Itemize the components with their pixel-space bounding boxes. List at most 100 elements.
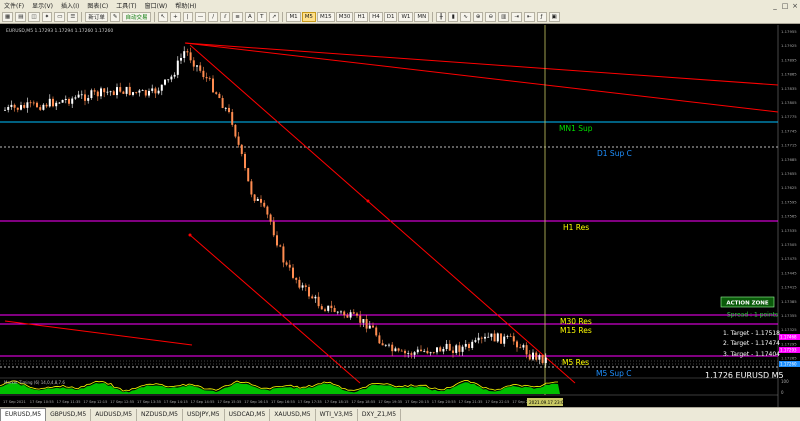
channel-anchor-point[interactable]	[188, 233, 192, 237]
market-watch-icon[interactable]: ◫	[28, 12, 40, 22]
price-label: 1.17385	[781, 299, 797, 304]
line-chart-icon[interactable]: ∿	[460, 12, 471, 22]
period-button-h4[interactable]: H4	[369, 12, 383, 22]
candle-body	[208, 78, 211, 80]
indicator-area	[0, 382, 560, 394]
channel-upper-line-2[interactable]	[184, 42, 779, 113]
time-label: 17 Sep 10:55	[30, 400, 54, 404]
candle-body	[400, 350, 403, 352]
candle-body	[244, 153, 246, 169]
period-button-w1[interactable]: W1	[398, 12, 414, 22]
candle-body	[503, 336, 506, 344]
chart-tab[interactable]: NZDUSD,M5	[137, 409, 183, 421]
auto-trading-button[interactable]: 自动交易	[122, 12, 151, 22]
tile-windows-icon[interactable]: ▥	[498, 12, 510, 22]
close-icon[interactable]: ×	[790, 2, 800, 10]
minimize-icon[interactable]: _	[770, 2, 780, 10]
period-button-mn[interactable]: MN	[414, 12, 430, 22]
target-2-label: 2. Target - 1.17474	[723, 340, 780, 347]
metaeditor-icon[interactable]: ✎	[109, 12, 121, 22]
period-button-m30[interactable]: M30	[335, 12, 354, 22]
time-label: 17 Sep 2021	[3, 400, 26, 404]
chart-tab[interactable]: EURUSD,M5	[0, 408, 47, 421]
label-icon[interactable]: T	[256, 12, 267, 22]
navigator-icon[interactable]: ✦	[41, 12, 53, 22]
candle-body	[519, 347, 522, 349]
channel-anchor-point[interactable]	[366, 199, 370, 203]
time-label: 17 Sep 15:35	[217, 400, 241, 404]
candle-body	[394, 348, 397, 352]
fibonacci-icon[interactable]: ≡	[232, 12, 243, 22]
zoom-in-icon[interactable]: ⊕	[472, 12, 484, 22]
level-label: MN1 Sup	[559, 124, 593, 133]
period-button-h1[interactable]: H1	[354, 12, 369, 22]
vertical-line-icon[interactable]: |	[182, 12, 193, 22]
candle-body	[132, 92, 134, 95]
price-chart[interactable]: EURUSD,M5 1.17293 1.17294 1.17260 1.1726…	[0, 25, 800, 407]
menu-item-6[interactable]: 帮助(H)	[171, 1, 200, 10]
toolbar-separator	[153, 12, 155, 22]
indicator-window[interactable]: Market Timing (6) 14,0,4,8,7.6 100 0	[0, 377, 789, 395]
maximize-icon[interactable]: □	[780, 2, 790, 10]
chart-tab[interactable]: USDJPY,M5	[183, 409, 225, 421]
price-label: 1.17685	[781, 157, 797, 162]
candle-body	[375, 327, 378, 336]
left-trend-line[interactable]	[4, 320, 193, 346]
zoom-out-icon[interactable]: ⊖	[485, 12, 497, 22]
menu-item-2[interactable]: 插入(I)	[57, 1, 83, 10]
menu-item-3[interactable]: 图表(C)	[83, 1, 112, 10]
time-label: 17 Sep 18:55	[351, 400, 375, 404]
text-icon[interactable]: A	[244, 12, 255, 22]
candle-chart-icon[interactable]: ▮	[448, 12, 459, 22]
trendline-icon[interactable]: /	[208, 12, 219, 22]
channel-icon[interactable]: ⫽	[220, 12, 231, 22]
candle-body	[237, 136, 240, 145]
terminal-icon[interactable]: ▭	[54, 12, 66, 22]
menu-item-0[interactable]: 文件(F)	[0, 1, 28, 10]
arrow-icon[interactable]: ➚	[268, 12, 280, 22]
chart-tab[interactable]: GBPUSD,M5	[46, 409, 92, 421]
tester-icon[interactable]: ☰	[67, 12, 79, 22]
candle-body	[48, 98, 51, 107]
period-button-m5[interactable]: M5	[301, 12, 316, 22]
autoscroll-icon[interactable]: ⇥	[511, 12, 522, 22]
menu-item-5[interactable]: 窗口(W)	[141, 1, 172, 10]
cursor-icon[interactable]: ↖	[157, 12, 169, 22]
period-button-m15[interactable]: M15	[316, 12, 335, 22]
candle-body	[218, 93, 221, 99]
candle-body	[407, 353, 410, 355]
chart-shift-icon[interactable]: ⇤	[523, 12, 535, 22]
channel-upper-line[interactable]	[184, 42, 779, 86]
new-chart-icon[interactable]: ▦	[2, 12, 14, 22]
period-button-m1[interactable]: M1	[286, 12, 301, 22]
price-label: 1.17475	[781, 256, 797, 261]
chart-tab[interactable]: XAUUSD,M5	[270, 409, 316, 421]
time-label: 17 Sep 16:15	[244, 400, 268, 404]
trend-channel[interactable]	[4, 42, 779, 384]
channel-main-line[interactable]	[189, 44, 576, 384]
candle-body	[173, 74, 176, 77]
level-price-tag-text: 1.17468	[780, 335, 797, 340]
chart-tab[interactable]: DXY_Z1,M5	[358, 409, 402, 421]
new-order-button[interactable]: 新订单	[85, 12, 108, 22]
candle-body	[7, 106, 10, 110]
period-button-d1[interactable]: D1	[383, 12, 398, 22]
profiles-icon[interactable]: ▤	[15, 12, 27, 22]
chart-tab[interactable]: USDCAD,M5	[225, 409, 271, 421]
chart-tab[interactable]: WTI_V3,M5	[316, 409, 358, 421]
templates-icon[interactable]: ▣	[548, 12, 560, 22]
candle-body	[301, 285, 304, 288]
horizontal-line-icon[interactable]: —	[194, 12, 207, 22]
menu-item-1[interactable]: 显示(V)	[28, 1, 57, 10]
menu-item-4[interactable]: 工具(T)	[112, 1, 140, 10]
candle-body	[288, 264, 291, 268]
target-3-label: 3. Target - 1.17404	[723, 351, 780, 358]
candle-body	[340, 311, 342, 313]
indicators-icon[interactable]: ƒ	[536, 12, 547, 22]
candle-body	[183, 51, 186, 58]
crosshair-icon[interactable]: +	[170, 12, 181, 22]
chart-tab[interactable]: AUDUSD,M5	[91, 409, 138, 421]
chart-header: EURUSD,M5 1.17293 1.17294 1.17260 1.1726…	[6, 28, 113, 34]
candle-body	[141, 90, 144, 91]
bar-chart-icon[interactable]: ╫	[436, 12, 447, 22]
